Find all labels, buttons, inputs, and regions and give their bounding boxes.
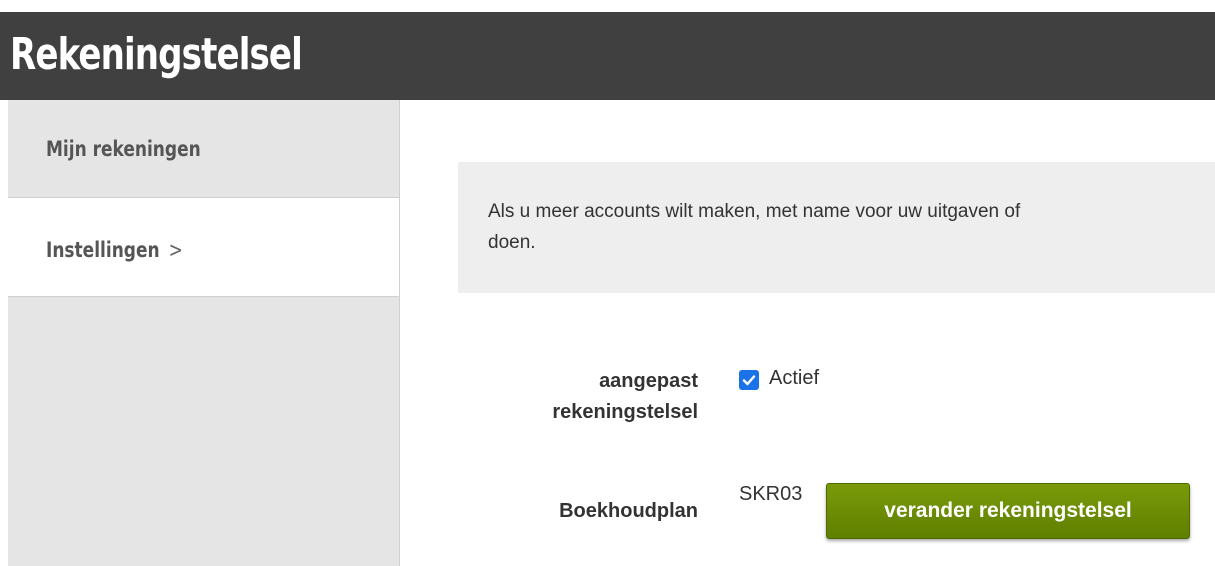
active-checkbox-label[interactable]: Actief [769, 367, 819, 390]
app-header: Rekeningstelsel [0, 12, 1215, 100]
page-title: Rekeningstelsel [10, 29, 303, 80]
custom-plan-label: aangepast rekeningstelsel [552, 366, 698, 428]
top-strip [0, 0, 1215, 12]
chevron-right-icon: > [168, 238, 183, 262]
sidebar-item-instellingen[interactable]: Instellingen > [8, 198, 399, 297]
plan-label: Boekhoudplan [559, 500, 698, 522]
info-line-1: Als u meer accounts wilt maken, met name… [488, 201, 1021, 222]
sidebar: Mijn rekeningen Instellingen > [8, 100, 400, 566]
info-line-2: doen. [488, 232, 536, 253]
custom-plan-label-line1: aangepast [599, 370, 698, 392]
info-box: Als u meer accounts wilt maken, met name… [458, 162, 1215, 293]
plan-value: SKR03 [739, 483, 803, 505]
info-text: Als u meer accounts wilt maken, met name… [488, 196, 1215, 258]
sidebar-item-mijn-rekeningen[interactable]: Mijn rekeningen [8, 100, 399, 198]
custom-plan-label-line2: rekeningstelsel [552, 401, 698, 423]
change-plan-button[interactable]: verander rekeningstelsel [826, 483, 1190, 539]
sidebar-item-label-wrap: Instellingen > [46, 238, 183, 262]
active-checkbox[interactable] [739, 370, 759, 390]
sidebar-item-label: Mijn rekeningen [46, 137, 201, 161]
sidebar-item-label: Instellingen [46, 238, 160, 262]
checkmark-icon [742, 375, 756, 386]
